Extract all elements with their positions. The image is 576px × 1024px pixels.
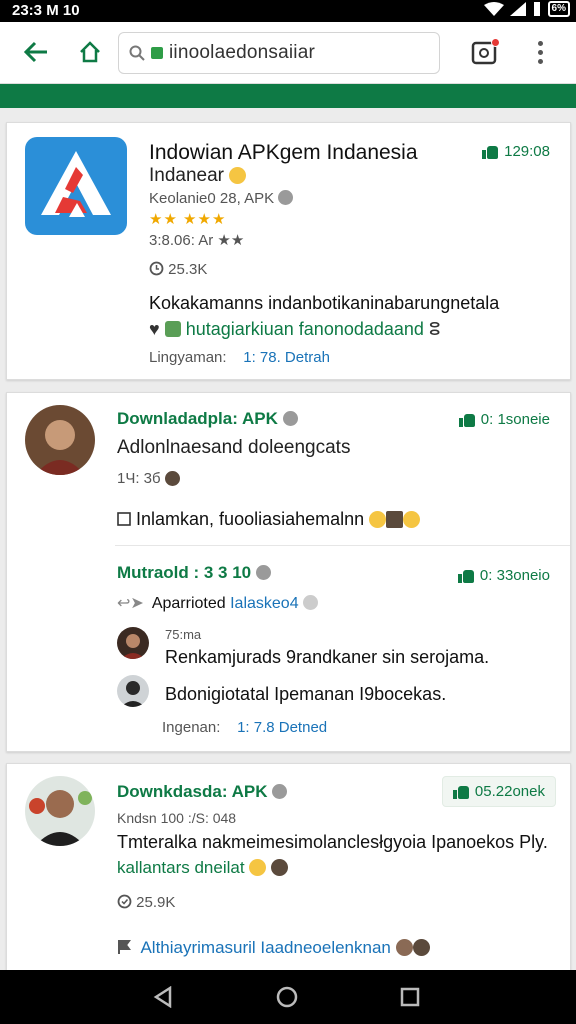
comment-meta: 75:ma bbox=[165, 627, 202, 642]
notification-badge bbox=[491, 38, 500, 47]
thumb-up-icon bbox=[458, 412, 475, 427]
view-count: 25.9K bbox=[117, 894, 175, 911]
signal-icon bbox=[533, 2, 540, 16]
comment-text: Bdonigiotatal Ipemanan I9bocekas. bbox=[165, 684, 447, 704]
emoji-icon bbox=[412, 939, 430, 956]
app-card[interactable]: Indowian APKgem Indanesia 129:08 Indanea… bbox=[6, 122, 571, 380]
comment-icon bbox=[117, 512, 131, 526]
verified-icon bbox=[255, 565, 271, 580]
app-description-line2: ♥ hutagiarkiuan fanonodadaand ⵓ bbox=[149, 319, 441, 339]
app-description: Kokakamanns indanbotikaninabarungnetala bbox=[149, 293, 500, 313]
post-text: Inlamkan, fuooliasiahemalnn bbox=[117, 509, 421, 530]
card-footer: Althiayrimasuril Iaadneoelenknan bbox=[117, 938, 430, 958]
flag-icon bbox=[118, 940, 131, 954]
post-meta: Kndsn 100 :/S: 048 bbox=[117, 810, 237, 826]
card-footer: Lingyaman: 1: 78. Detrah bbox=[149, 349, 330, 366]
star-rating: ★★ ★★★ bbox=[149, 211, 227, 228]
emoji-icon bbox=[386, 511, 404, 528]
browser-toolbar: iinoolaedonsaiiar bbox=[0, 22, 576, 84]
like-count: 129:08 bbox=[504, 143, 550, 160]
reply-arrow-icon: ↩➤ bbox=[117, 595, 144, 612]
reply-link[interactable]: Ialaskeo4 bbox=[230, 595, 299, 612]
recents-nav-icon[interactable] bbox=[400, 987, 420, 1007]
clock-icon bbox=[117, 894, 132, 909]
status-icons: 6% bbox=[483, 1, 570, 17]
app-subtitle: Indanear bbox=[149, 165, 247, 187]
emoji-icon bbox=[164, 471, 180, 486]
status-time: 23:3 M 10 bbox=[12, 2, 80, 19]
app-title: Indowian APKgem Indanesia bbox=[149, 141, 418, 164]
avatar bbox=[117, 627, 149, 659]
card-footer: Ingenan: 1: 7.8 Detned bbox=[162, 719, 328, 736]
divider bbox=[115, 545, 570, 546]
header-banner bbox=[0, 84, 576, 108]
like-count: 0: 33oneio bbox=[479, 567, 550, 584]
signal-icon bbox=[509, 2, 526, 16]
tabs-icon[interactable] bbox=[466, 34, 502, 70]
url-bar[interactable]: iinoolaedonsaiiar bbox=[118, 32, 440, 74]
smile-emoji-icon bbox=[229, 167, 247, 184]
battery-icon: 6% bbox=[547, 1, 570, 17]
lock-icon bbox=[151, 47, 163, 59]
emoji-icon bbox=[249, 859, 267, 876]
reply-text: ↩➤ Aparrioted Ialaskeo4 bbox=[117, 593, 319, 613]
wifi-icon bbox=[483, 2, 504, 16]
like-counter[interactable]: 05.22onek bbox=[441, 776, 556, 807]
emoji-icon bbox=[395, 939, 413, 956]
verified-icon bbox=[272, 784, 288, 799]
emoji-icon bbox=[271, 859, 289, 876]
info-icon bbox=[278, 190, 294, 205]
emoji-icon bbox=[403, 511, 421, 528]
back-arrow-icon[interactable] bbox=[18, 34, 54, 70]
thumb-up-icon bbox=[452, 784, 469, 799]
emoji-icon bbox=[369, 511, 387, 528]
post-author: Downladadpla: APK bbox=[117, 409, 298, 429]
post-title: Adlonlnaesand doleengcats bbox=[117, 437, 351, 458]
thumb-up-icon bbox=[482, 144, 499, 159]
verified-icon bbox=[282, 411, 298, 426]
status-bar: 23:3 M 10 6% bbox=[0, 0, 576, 22]
system-nav-bar bbox=[0, 970, 576, 1024]
like-count: 05.22onek bbox=[474, 783, 545, 800]
clock-icon bbox=[149, 261, 164, 276]
home-icon[interactable] bbox=[72, 34, 108, 70]
details-link[interactable]: 1: 7.8 Detned bbox=[237, 719, 327, 736]
home-nav-icon[interactable] bbox=[276, 986, 298, 1008]
post-card[interactable]: Downladadpla: APK 0: 1soneie Adlonlnaesa… bbox=[6, 392, 571, 752]
app-version: 3:8.06: Ar ★★ bbox=[149, 232, 245, 249]
like-counter[interactable]: 0: 33oneio bbox=[457, 567, 550, 584]
like-counter[interactable]: 129:08 bbox=[482, 143, 550, 160]
post-author: Downkdasda: APK bbox=[117, 782, 288, 802]
avatar bbox=[25, 776, 95, 846]
avatar bbox=[25, 405, 95, 475]
thumb-up-icon bbox=[457, 568, 474, 583]
search-icon bbox=[129, 45, 145, 61]
info-icon bbox=[303, 595, 319, 610]
reply-author: Mutraold : 3 3 10 bbox=[117, 563, 271, 583]
post-time: 1Ч: 3б bbox=[117, 470, 180, 487]
back-nav-icon[interactable] bbox=[152, 986, 174, 1008]
like-count: 0: 1soneie bbox=[480, 411, 550, 428]
details-link[interactable]: 1: 78. Detrah bbox=[243, 349, 330, 366]
post-card[interactable]: Downkdasda: APK 05.22onek Kndsn 100 :/S:… bbox=[6, 763, 571, 978]
like-counter[interactable]: 0: 1soneie bbox=[458, 411, 550, 428]
details-link[interactable]: Althiayrimasuril Iaadneoelenknan bbox=[140, 938, 390, 957]
url-text: iinoolaedonsaiiar bbox=[169, 42, 316, 63]
avatar bbox=[117, 675, 149, 707]
post-tag: kallantars dneilat bbox=[117, 858, 289, 878]
app-logo-icon bbox=[25, 137, 127, 235]
app-meta: Keolanie0 28, APK bbox=[149, 190, 294, 207]
comment-text: Renkamjurads 9randkaner sin serojama. bbox=[165, 647, 490, 667]
image-icon bbox=[164, 321, 181, 337]
post-text: Tmteralka nakmeimesimolanclesłgyoia Ipan… bbox=[117, 832, 548, 852]
view-count: 25.3K bbox=[149, 261, 207, 278]
menu-icon[interactable] bbox=[522, 34, 558, 70]
